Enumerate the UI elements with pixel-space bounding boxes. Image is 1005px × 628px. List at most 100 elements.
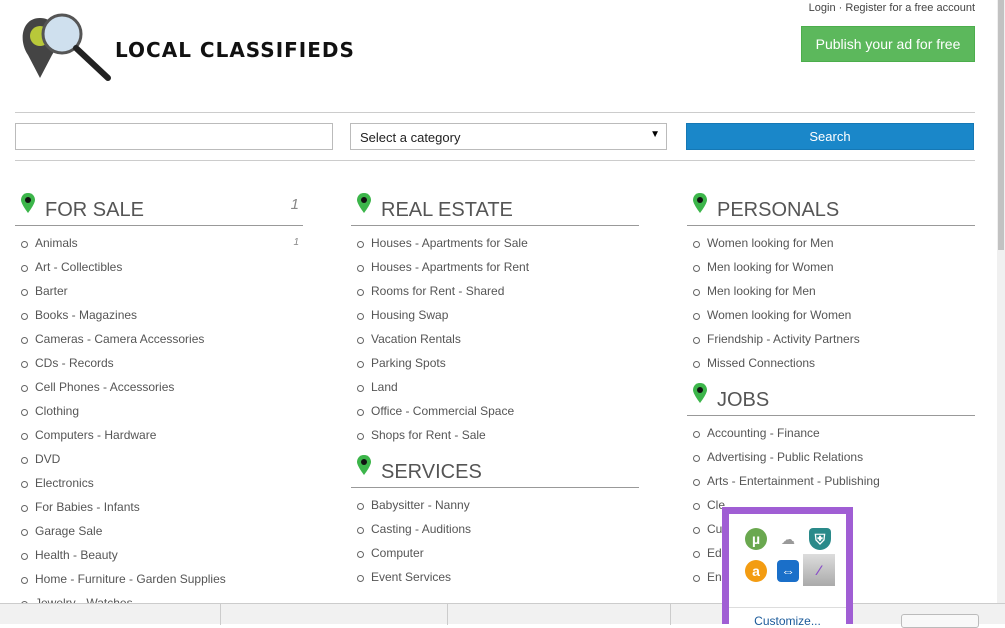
category-label[interactable]: DVD [35,452,60,466]
publish-ad-button[interactable]: Publish your ad for free [801,26,975,62]
category-item[interactable]: Computers - Hardware [15,423,303,447]
section-title[interactable]: SERVICES [381,461,482,484]
category-label[interactable]: Casting - Auditions [371,522,471,536]
category-item[interactable]: Art - Collectibles [15,255,303,279]
category-item[interactable]: Home - Furniture - Garden Supplies [15,567,303,591]
category-item[interactable]: Arts - Entertainment - Publishing [687,469,975,493]
category-label[interactable]: Women looking for Women [707,308,851,322]
section-title[interactable]: REAL ESTATE [381,199,513,222]
category-label[interactable]: Animals [35,236,78,250]
category-label[interactable]: Barter [35,284,68,298]
cloud-icon[interactable]: ☁ [777,528,799,550]
category-label[interactable]: Women looking for Men [707,236,834,250]
category-item[interactable]: Women looking for Women [687,303,975,327]
section-title[interactable]: PERSONALS [717,199,839,222]
search-input[interactable] [15,123,333,150]
category-item[interactable]: For Babies - Infants [15,495,303,519]
show-all-button[interactable] [901,614,979,628]
category-label[interactable]: Men looking for Women [707,260,834,274]
logo-icon[interactable] [20,10,115,85]
category-label[interactable]: Houses - Apartments for Rent [371,260,529,274]
shield-icon[interactable]: ⛨ [809,528,831,550]
customize-link[interactable]: Customize... [729,607,846,628]
section-title[interactable]: FOR SALE [45,199,144,222]
category-label[interactable]: CDs - Records [35,356,114,370]
category-item[interactable]: DVD [15,447,303,471]
category-label[interactable]: Cameras - Camera Accessories [35,332,204,346]
category-item[interactable]: Computer [351,541,639,565]
category-item[interactable]: Houses - Apartments for Sale [351,231,639,255]
search-button[interactable]: Search [686,123,974,150]
category-label[interactable]: Clothing [35,404,79,418]
category-label[interactable]: Vacation Rentals [371,332,461,346]
category-label[interactable]: Computers - Hardware [35,428,156,442]
category-item[interactable]: Advertising - Public Relations [687,445,975,469]
category-item[interactable]: Barter [15,279,303,303]
category-item[interactable]: Books - Magazines [15,303,303,327]
category-item[interactable]: Missed Connections [687,351,975,375]
category-label[interactable]: Art - Collectibles [35,260,122,274]
category-item[interactable]: CDs - Records [15,351,303,375]
section-title[interactable]: JOBS [717,389,769,412]
category-item[interactable]: Vacation Rentals [351,327,639,351]
category-label[interactable]: En [707,570,722,584]
category-label[interactable]: Missed Connections [707,356,815,370]
category-item[interactable]: Casting - Auditions [351,517,639,541]
category-label[interactable]: Home - Furniture - Garden Supplies [35,572,226,586]
category-label[interactable]: Electronics [35,476,94,490]
category-label[interactable]: Arts - Entertainment - Publishing [707,474,880,488]
category-label[interactable]: Cell Phones - Accessories [35,380,174,394]
teamviewer-icon[interactable]: ⇔ [777,560,799,582]
category-item[interactable]: Women looking for Men [687,231,975,255]
category-item[interactable]: Housing Swap [351,303,639,327]
category-label[interactable]: Event Services [371,570,451,584]
category-item[interactable]: Health - Beauty [15,543,303,567]
category-item[interactable]: Land [351,375,639,399]
category-item[interactable]: Shops for Rent - Sale [351,423,639,447]
category-label[interactable]: Ed [707,546,722,560]
utorrent-icon[interactable]: µ [745,528,767,550]
category-label[interactable]: Accounting - Finance [707,426,820,440]
download-item[interactable] [221,604,448,625]
category-item[interactable]: Men looking for Men [687,279,975,303]
category-label[interactable]: Garage Sale [35,524,102,538]
category-label[interactable]: Housing Swap [371,308,448,322]
register-link[interactable]: Register for a free account [845,2,975,14]
avast-icon[interactable]: a [745,560,767,582]
category-item[interactable]: Event Services [351,565,639,589]
category-label[interactable]: Rooms for Rent - Shared [371,284,504,298]
download-item[interactable] [448,604,671,625]
category-item[interactable]: Friendship - Activity Partners [687,327,975,351]
pen-icon[interactable]: ⁄ [803,554,835,586]
category-item[interactable]: Houses - Apartments for Rent [351,255,639,279]
category-item[interactable]: Cell Phones - Accessories [15,375,303,399]
category-item[interactable]: Cameras - Camera Accessories [15,327,303,351]
category-item[interactable]: Babysitter - Nanny [351,493,639,517]
category-label[interactable]: Babysitter - Nanny [371,498,470,512]
category-item[interactable]: Accounting - Finance [687,421,975,445]
category-label[interactable]: Advertising - Public Relations [707,450,863,464]
category-select[interactable]: Select a category ▼ [350,123,667,150]
category-label[interactable]: Friendship - Activity Partners [707,332,860,346]
category-item[interactable]: Parking Spots [351,351,639,375]
category-item[interactable]: Rooms for Rent - Shared [351,279,639,303]
category-label[interactable]: Computer [371,546,424,560]
scrollbar-thumb[interactable] [998,0,1004,250]
category-item[interactable]: Animals 1 [15,231,303,255]
download-item[interactable] [0,604,221,625]
category-label[interactable]: Land [371,380,398,394]
category-item[interactable]: Clothing [15,399,303,423]
category-label[interactable]: Houses - Apartments for Sale [371,236,528,250]
category-label[interactable]: Shops for Rent - Sale [371,428,486,442]
category-label[interactable]: Cu [707,522,722,536]
category-label[interactable]: Health - Beauty [35,548,118,562]
category-label[interactable]: Men looking for Men [707,284,816,298]
category-item[interactable]: Electronics [15,471,303,495]
login-link[interactable]: Login [809,2,836,14]
category-label[interactable]: Books - Magazines [35,308,137,322]
category-label[interactable]: Parking Spots [371,356,446,370]
category-item[interactable]: Office - Commercial Space [351,399,639,423]
category-item[interactable]: Men looking for Women [687,255,975,279]
category-item[interactable]: Garage Sale [15,519,303,543]
category-label[interactable]: For Babies - Infants [35,500,140,514]
